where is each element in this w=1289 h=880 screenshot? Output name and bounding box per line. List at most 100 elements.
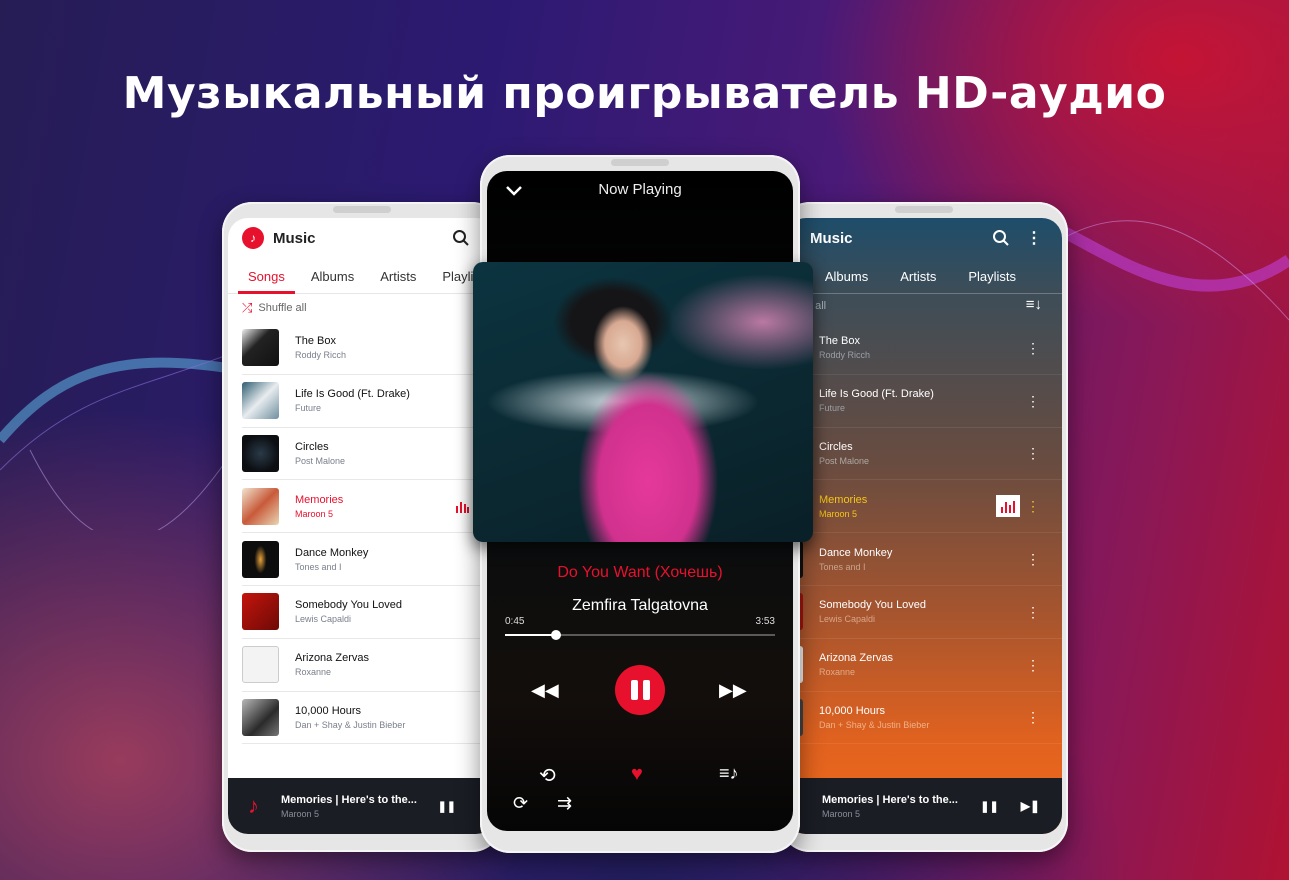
song-title: Somebody You Loved (295, 599, 403, 612)
mini-player[interactable]: ♪ Memories | Here's to the... Maroon 5 ❚❚ (228, 778, 496, 834)
heart-icon[interactable]: ♥ (631, 763, 643, 786)
song-title: The Box (819, 335, 860, 348)
tab-albums[interactable]: Albums (295, 266, 364, 294)
song-artist: Roxanne (819, 667, 856, 678)
list-item[interactable]: Life Is Good (Ft. Drake) Future ⋮ (786, 375, 1062, 428)
tab-artists[interactable]: Artists (364, 266, 426, 294)
mini-player-title: Memories | Here's to the... (822, 793, 958, 806)
list-item[interactable]: Arizona Zervas Roxanne (242, 639, 496, 692)
list-item[interactable]: The Box Roddy Ricch ⋮ (786, 322, 1062, 375)
song-title: 10,000 Hours (819, 704, 886, 717)
song-artist: Future (295, 403, 322, 414)
song-list: The Box Roddy Ricch ⋮ Life Is Good (Ft. Dr… (786, 322, 1062, 745)
song-title: Life Is Good (Ft. Drake) (819, 388, 934, 401)
pause-bar (642, 680, 650, 700)
repeat-icon[interactable]: ⟲ (539, 763, 556, 788)
equalizer-icon (456, 502, 469, 514)
now-playing-title: Now Playing (598, 181, 682, 198)
fast-forward-icon[interactable]: ▶▶ (719, 680, 747, 701)
repeat-one-icon[interactable]: ⟳ (513, 793, 528, 814)
more-options-icon[interactable]: ⋮ (1026, 552, 1040, 566)
phone-left: ♪ Music Songs Albums Artists Playlists ⤮… (222, 202, 502, 852)
sort-icon[interactable]: ≡↓ (1026, 296, 1042, 313)
artist-name: Zemfira Talgatovna (572, 597, 708, 614)
list-item[interactable]: Arizona Zervas Roxanne ⋮ (786, 639, 1062, 692)
more-options-icon[interactable]: ⋮ (1026, 499, 1040, 513)
more-vert-icon[interactable]: ⋮ (1026, 228, 1042, 248)
song-artist: Tones and I (295, 561, 342, 572)
list-item[interactable]: Life Is Good (Ft. Drake) Future (242, 375, 496, 428)
list-item-playing[interactable]: Memories Maroon 5 ⋮ (786, 480, 1062, 534)
song-title: Somebody You Loved (819, 599, 927, 612)
shuffle-icon[interactable]: ⇉ (557, 793, 572, 814)
more-options-icon[interactable]: ⋮ (1026, 710, 1040, 724)
list-item[interactable]: 10,000 Hours Dan + Shay & Justin Bieber ⋮ (786, 692, 1062, 745)
skip-next-icon[interactable]: ▶❚ (1021, 799, 1040, 813)
list-item-playing[interactable]: Memories Maroon 5 (242, 480, 496, 534)
album-art (242, 487, 279, 525)
search-icon[interactable] (452, 229, 470, 247)
song-list: The Box Roddy Ricch Life Is Good (Ft. Dra… (242, 322, 496, 745)
song-title: The Box (295, 335, 336, 348)
equalizer-icon (996, 495, 1020, 518)
list-item[interactable]: Circles Post Malone (242, 428, 496, 481)
pause-button[interactable] (615, 665, 665, 715)
mini-player[interactable]: Memories | Here's to the... Maroon 5 ❚❚ ▶… (786, 778, 1062, 834)
song-artist: Dan + Shay & Justin Bieber (295, 719, 406, 730)
song-title: Memories (295, 493, 344, 506)
mini-player-artist: Maroon 5 (822, 808, 861, 819)
album-art (242, 646, 279, 684)
song-title: Dance Monkey (819, 546, 893, 559)
wave-decoration-right (1060, 220, 1289, 321)
album-art (242, 434, 279, 472)
more-options-icon[interactable]: ⋮ (1026, 446, 1040, 460)
list-item[interactable]: Somebody You Loved Lewis Capaldi (242, 586, 496, 639)
song-title: Do You Want (Хочешь) (557, 564, 723, 581)
shuffle-all-button[interactable]: ⤮ Shuffle all (242, 300, 307, 316)
song-artist: Roxanne (295, 667, 332, 678)
song-title: Arizona Zervas (295, 652, 369, 665)
app-title: Music (273, 229, 316, 247)
song-artist: Post Malone (819, 455, 870, 466)
list-item[interactable]: Somebody You Loved Lewis Capaldi ⋮ (786, 586, 1062, 639)
song-artist: Lewis Capaldi (819, 614, 876, 625)
queue-music-icon[interactable]: ≡♪ (719, 763, 739, 784)
list-item[interactable]: Dance Monkey Tones and I (242, 533, 496, 586)
tab-bar: Songs Albums Artists Playlists (786, 266, 1062, 294)
app-bar: ♪ Music (228, 218, 496, 258)
more-options-icon[interactable]: ⋮ (1026, 658, 1040, 672)
shuffle-icon: ⤮ (242, 300, 253, 315)
album-art (242, 540, 279, 578)
wave-decoration-left (0, 349, 240, 530)
list-item[interactable]: Circles Post Malone ⋮ (786, 428, 1062, 481)
tab-albums[interactable]: Albums (803, 266, 878, 294)
rewind-icon[interactable]: ◀◀ (531, 680, 559, 701)
tab-playlists[interactable]: Playlists (946, 266, 1026, 294)
speaker-grill (333, 206, 391, 213)
tab-bar: Songs Albums Artists Playlists (228, 266, 496, 294)
song-artist: Roddy Ricch (295, 350, 347, 361)
pause-icon[interactable]: ❚❚ (438, 800, 456, 813)
search-icon[interactable] (992, 229, 1010, 247)
seek-bar[interactable] (505, 630, 775, 640)
list-item[interactable]: The Box Roddy Ricch (242, 322, 496, 375)
mini-player-title: Memories | Here's to the... (281, 793, 417, 806)
mini-player-artist: Maroon 5 (281, 808, 320, 819)
more-options-icon[interactable]: ⋮ (1026, 341, 1040, 355)
song-artist: Maroon 5 (295, 508, 334, 519)
more-options-icon[interactable]: ⋮ (1026, 605, 1040, 619)
more-options-icon[interactable]: ⋮ (1026, 394, 1040, 408)
song-title: Circles (295, 440, 329, 453)
music-note-icon: ♪ (248, 793, 259, 818)
pause-icon[interactable]: ❚❚ (980, 800, 998, 813)
tab-songs[interactable]: Songs (238, 266, 295, 294)
tab-artists[interactable]: Artists (878, 266, 946, 294)
app-bar: Music ⋮ (786, 218, 1062, 258)
list-item[interactable]: 10,000 Hours Dan + Shay & Justin Bieber (242, 692, 496, 745)
list-item[interactable]: Dance Monkey Tones and I ⋮ (786, 533, 1062, 586)
seek-bar-thumb[interactable] (551, 630, 562, 640)
song-artist: Post Malone (295, 455, 346, 466)
album-art (242, 382, 279, 420)
elapsed-time: 0:45 (505, 616, 525, 627)
song-list-screen-light: ♪ Music Songs Albums Artists Playlists ⤮… (228, 218, 496, 834)
